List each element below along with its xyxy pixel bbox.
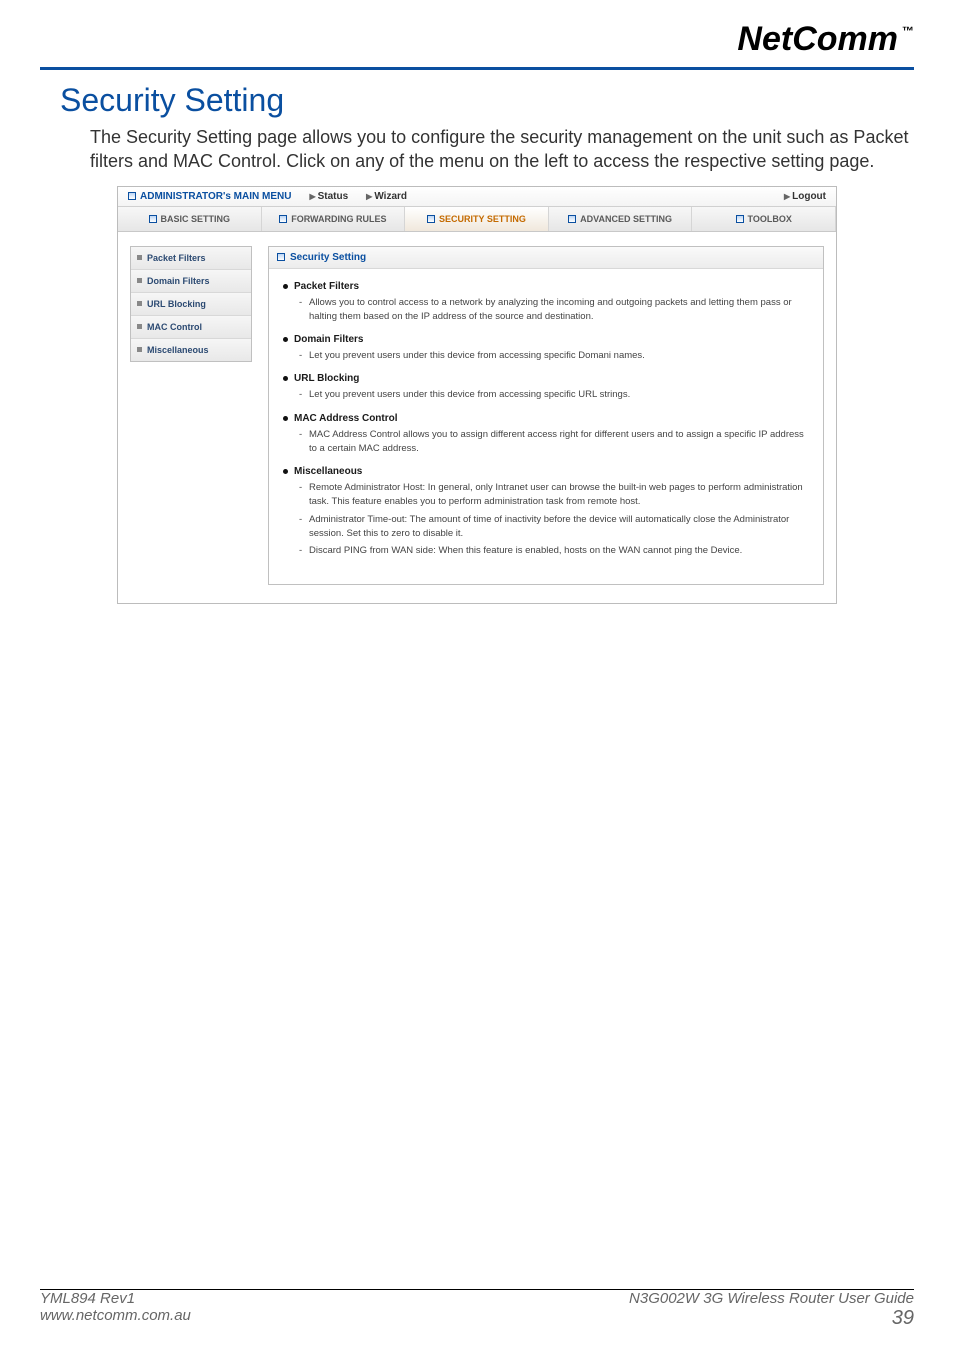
content-card: Security Setting Packet Filters Allows y… — [268, 246, 824, 586]
arrow-icon: ▶ — [784, 192, 790, 201]
tab-basic[interactable]: BASIC SETTING — [118, 207, 262, 231]
wizard-label: Wizard — [374, 191, 407, 202]
section-title: Miscellaneous — [294, 466, 362, 477]
section-packet-filters: Packet Filters — [283, 281, 809, 292]
card-header: Security Setting — [269, 247, 823, 269]
side-menu: Packet Filters Domain Filters URL Blocki… — [130, 246, 252, 362]
main-menu-label: ADMINISTRATOR's MAIN MENU — [140, 191, 291, 202]
bullet-icon — [283, 337, 288, 342]
section-title: MAC Address Control — [294, 413, 398, 424]
section-title: Packet Filters — [294, 281, 359, 292]
tab-label: SECURITY SETTING — [439, 214, 526, 224]
topbar: ADMINISTRATOR's MAIN MENU ▶ Status ▶ Wiz… — [118, 187, 836, 207]
tab-forwarding[interactable]: FORWARDING RULES — [262, 207, 406, 231]
tab-label: BASIC SETTING — [161, 214, 231, 224]
wizard-link[interactable]: ▶ Wizard — [366, 191, 407, 202]
tab-label: TOOLBOX — [748, 214, 792, 224]
section-miscellaneous: Miscellaneous — [283, 466, 809, 477]
brand-name: NetComm — [737, 20, 898, 59]
brand-tm: ™ — [902, 24, 914, 38]
admin-screenshot: ADMINISTRATOR's MAIN MENU ▶ Status ▶ Wiz… — [117, 186, 837, 605]
menu-icon — [128, 192, 136, 200]
tab-icon — [736, 215, 744, 223]
section-text: Administrator Time-out: The amount of ti… — [299, 513, 809, 542]
tab-label: ADVANCED SETTING — [580, 214, 672, 224]
logout-label: Logout — [792, 191, 826, 202]
sidebar-item-miscellaneous[interactable]: Miscellaneous — [131, 339, 251, 361]
tab-toolbox[interactable]: TOOLBOX — [692, 207, 836, 231]
sidebar-item-domain-filters[interactable]: Domain Filters — [131, 270, 251, 293]
section-text: Let you prevent users under this device … — [299, 388, 809, 402]
logout-link[interactable]: ▶ Logout — [784, 191, 826, 202]
status-label: Status — [318, 191, 349, 202]
page-footer: YML894 Rev1 www.netcomm.com.au N3G002W 3… — [40, 1290, 914, 1330]
tab-icon — [279, 215, 287, 223]
bullet-icon — [283, 376, 288, 381]
bullet-icon — [283, 469, 288, 474]
sidebar-item-label: MAC Control — [147, 322, 202, 332]
tab-advanced[interactable]: ADVANCED SETTING — [549, 207, 693, 231]
brand-logo: NetComm ™ — [737, 20, 914, 59]
sidebar-item-packet-filters[interactable]: Packet Filters — [131, 247, 251, 270]
tab-row: BASIC SETTING FORWARDING RULES SECURITY … — [118, 207, 836, 232]
section-mac-address-control: MAC Address Control — [283, 413, 809, 424]
section-text: Remote Administrator Host: In general, o… — [299, 481, 809, 510]
bullet-icon — [283, 284, 288, 289]
tab-icon — [568, 215, 576, 223]
bullet-icon — [137, 324, 142, 329]
section-title: URL Blocking — [294, 373, 359, 384]
sidebar-item-label: Packet Filters — [147, 253, 206, 263]
section-url-blocking: URL Blocking — [283, 373, 809, 384]
arrow-icon: ▶ — [366, 192, 372, 201]
tab-icon — [427, 215, 435, 223]
bullet-icon — [137, 347, 142, 352]
footer-page-number: 39 — [629, 1307, 914, 1330]
page-title: Security Setting — [60, 82, 914, 119]
footer-guide: N3G002W 3G Wireless Router User Guide — [629, 1290, 914, 1307]
tab-icon — [149, 215, 157, 223]
main-menu-link[interactable]: ADMINISTRATOR's MAIN MENU — [128, 191, 291, 202]
bullet-icon — [283, 416, 288, 421]
footer-rev: YML894 Rev1 — [40, 1290, 191, 1307]
bullet-icon — [137, 301, 142, 306]
sidebar-item-label: URL Blocking — [147, 299, 206, 309]
arrow-icon: ▶ — [309, 192, 315, 201]
status-link[interactable]: ▶ Status — [309, 191, 348, 202]
header-rule — [40, 67, 914, 70]
section-domain-filters: Domain Filters — [283, 334, 809, 345]
sidebar-item-label: Miscellaneous — [147, 345, 209, 355]
card-header-label: Security Setting — [290, 252, 366, 263]
sidebar-item-label: Domain Filters — [147, 276, 210, 286]
section-title: Domain Filters — [294, 334, 363, 345]
sidebar-item-mac-control[interactable]: MAC Control — [131, 316, 251, 339]
sidebar-item-url-blocking[interactable]: URL Blocking — [131, 293, 251, 316]
section-text: MAC Address Control allows you to assign… — [299, 428, 809, 457]
footer-url: www.netcomm.com.au — [40, 1307, 191, 1324]
page-intro: The Security Setting page allows you to … — [90, 125, 914, 174]
card-icon — [277, 253, 285, 261]
section-text: Allows you to control access to a networ… — [299, 296, 809, 325]
tab-label: FORWARDING RULES — [291, 214, 386, 224]
tab-security[interactable]: SECURITY SETTING — [405, 207, 549, 231]
bullet-icon — [137, 278, 142, 283]
section-text: Let you prevent users under this device … — [299, 349, 809, 363]
section-text: Discard PING from WAN side: When this fe… — [299, 544, 809, 558]
bullet-icon — [137, 255, 142, 260]
section-list: Packet Filters Allows you to control acc… — [283, 281, 809, 559]
